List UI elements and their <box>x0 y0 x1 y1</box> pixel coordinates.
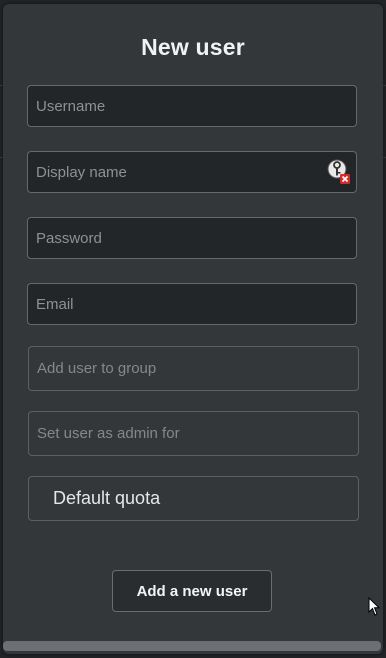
default-quota-select[interactable]: Default quota <box>28 476 359 521</box>
dialog-title: New user <box>141 34 245 60</box>
mouse-cursor-icon <box>368 597 380 616</box>
display-name-input[interactable]: Display name <box>27 151 357 193</box>
horizontal-scrollbar[interactable] <box>3 641 381 651</box>
username-placeholder: Username <box>36 97 106 115</box>
add-to-group-select[interactable]: Add user to group <box>28 346 359 391</box>
email-input[interactable]: Email <box>27 283 357 325</box>
add-new-user-button[interactable]: Add a new user <box>112 570 272 612</box>
group-placeholder: Add user to group <box>37 360 157 377</box>
password-input[interactable]: Password <box>27 217 357 259</box>
password-manager-key-icon[interactable] <box>327 158 351 184</box>
password-placeholder: Password <box>36 229 102 247</box>
display-name-placeholder: Display name <box>36 163 127 181</box>
new-user-dialog: New user Username Display name Password … <box>3 4 383 654</box>
admin-for-select[interactable]: Set user as admin for <box>28 411 359 456</box>
admin-placeholder: Set user as admin for <box>37 425 180 442</box>
email-placeholder: Email <box>36 295 74 313</box>
username-input[interactable]: Username <box>27 85 357 127</box>
quota-label: Default quota <box>53 488 161 508</box>
